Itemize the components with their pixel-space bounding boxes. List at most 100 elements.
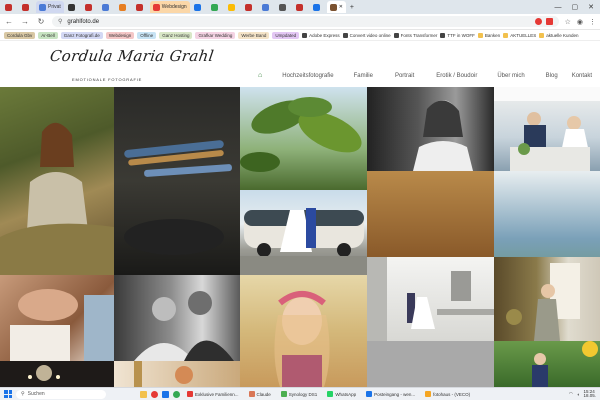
taskbar-app-icon[interactable] xyxy=(151,390,158,398)
close-icon[interactable]: ✕ xyxy=(588,3,594,11)
bookmark-item[interactable]: Ar-Bell xyxy=(38,31,58,39)
bookmark-item[interactable]: Adobe Express xyxy=(302,32,340,38)
bookmark-item[interactable]: Cordula Gbv xyxy=(4,31,36,39)
taskbar-window[interactable]: Exklusive Familienn... xyxy=(184,389,242,399)
nav-item-blog[interactable]: Blog xyxy=(546,73,558,79)
nav-item-ueber-mich[interactable]: Über mich xyxy=(497,73,524,79)
tab-favicon-icon xyxy=(244,3,252,11)
clock[interactable]: 15:24 18.05. xyxy=(583,389,596,399)
gallery-photo-couple-bw[interactable] xyxy=(114,275,240,361)
browser-tab[interactable] xyxy=(19,1,35,13)
bookmark-folder[interactable]: Banken xyxy=(477,32,500,38)
tab-favicon-icon xyxy=(152,3,160,11)
browser-tab[interactable] xyxy=(82,1,98,13)
browser-tab[interactable] xyxy=(208,1,224,13)
browser-tab[interactable]: Webdesign xyxy=(149,1,190,13)
gallery-photo-grey[interactable] xyxy=(367,341,494,387)
site-logo[interactable]: Cordula Maria Grahl EMOTIONALE FOTOGRAFI… xyxy=(49,45,215,85)
extensions-area xyxy=(534,18,553,25)
browser-tab-active[interactable]: ✕ xyxy=(326,1,346,13)
bookmark-label: Adobe Express xyxy=(309,32,340,38)
gallery-photo-wedding-table[interactable] xyxy=(494,87,600,171)
home-icon[interactable]: ⌂ xyxy=(258,72,262,79)
bookmark-item[interactable]: Offline xyxy=(137,31,157,39)
photo-illustration xyxy=(367,257,494,341)
taskbar-window[interactable]: WhatsApp xyxy=(324,389,359,399)
browser-tab[interactable] xyxy=(65,1,81,13)
browser-tab[interactable] xyxy=(2,1,18,13)
bookmark-item[interactable]: Grafkar Wedding xyxy=(195,31,236,39)
gallery-photo-leaves[interactable] xyxy=(240,87,367,190)
profile-icon[interactable]: ◉ xyxy=(577,18,583,26)
taskbar-window[interactable]: Claude xyxy=(246,389,274,399)
app-icon xyxy=(327,391,334,397)
extension-icon[interactable] xyxy=(534,18,542,25)
gallery-photo-wedding-rings[interactable] xyxy=(114,87,240,275)
gallery-photo-bouquet[interactable] xyxy=(114,361,240,387)
minimize-icon[interactable]: — xyxy=(555,4,562,11)
bookmark-item[interactable]: Ganz Hosting xyxy=(159,31,193,39)
taskbar-window[interactable]: Posteingang - wen... xyxy=(363,389,418,399)
taskbar-app-icon[interactable] xyxy=(173,390,180,398)
gallery-photo-couple-trees[interactable] xyxy=(494,341,600,387)
browser-tab[interactable] xyxy=(116,1,132,13)
site-info-icon[interactable]: ⚲ xyxy=(58,18,62,25)
bookmark-item[interactable]: Werbe Band xyxy=(238,31,270,39)
window-label: WhatsApp xyxy=(335,391,357,397)
nav-item-portrait[interactable]: Portrait xyxy=(395,73,414,79)
gallery-photo-girl-flower-crown[interactable] xyxy=(240,275,367,387)
browser-tab[interactable] xyxy=(259,1,275,13)
gallery-photo-hands[interactable] xyxy=(0,275,114,361)
volume-icon[interactable]: ◖ xyxy=(577,392,580,397)
taskbar-app-icon[interactable] xyxy=(162,390,169,398)
browser-tab[interactable] xyxy=(276,1,292,13)
photo-illustration xyxy=(240,208,367,275)
tab-favicon-icon xyxy=(278,3,286,11)
nav-item-erotik-boudoir[interactable]: Erotik / Boudoir xyxy=(436,73,477,79)
browser-tab[interactable] xyxy=(310,1,326,13)
nav-item-familie[interactable]: Familie xyxy=(354,73,373,79)
browser-tab[interactable] xyxy=(99,1,115,13)
window-controls: — ▢ ✕ xyxy=(555,0,600,14)
bookmark-item[interactable]: Fonts Transformer xyxy=(393,32,437,38)
bookmark-item[interactable]: Ganz Fotografi.de xyxy=(60,31,103,39)
wifi-icon[interactable]: ◠ xyxy=(569,391,573,397)
browser-tab[interactable] xyxy=(133,1,149,13)
bookmark-folder[interactable]: AKTUELLES xyxy=(503,32,536,38)
taskbar-window[interactable]: fotohaus - (VECO) xyxy=(422,389,473,399)
bookmark-item[interactable]: Webdesign xyxy=(105,31,135,39)
gallery-photo-wedding-bus[interactable] xyxy=(240,190,367,275)
browser-tab[interactable] xyxy=(293,1,309,13)
app-icon xyxy=(187,391,193,397)
taskbar-window[interactable]: Synology DS1 xyxy=(278,389,321,399)
gallery-photo-chandelier[interactable] xyxy=(0,361,114,387)
browser-tab[interactable] xyxy=(242,1,258,13)
bookmark-item[interactable]: Umpdated xyxy=(272,31,300,39)
browser-tab[interactable] xyxy=(225,1,241,13)
bookmark-star-icon[interactable]: ☆ xyxy=(565,18,571,26)
main-navigation: ⌂ Hochzeitsfotografie Familie Portrait E… xyxy=(258,72,592,79)
nav-item-kontakt[interactable]: Kontakt xyxy=(572,73,592,79)
taskbar-search[interactable]: ⚲ Suchen xyxy=(16,389,106,399)
extension-icon[interactable] xyxy=(545,18,553,25)
bookmark-folder[interactable]: aktuelle Kunden xyxy=(539,32,578,38)
reload-icon[interactable]: ↻ xyxy=(36,17,46,26)
forward-icon[interactable]: → xyxy=(20,17,30,26)
bookmark-item[interactable]: TTF in WOFF xyxy=(440,32,475,38)
maximize-icon[interactable]: ▢ xyxy=(572,3,579,11)
gallery-photo-woman-in-grass[interactable] xyxy=(0,87,114,275)
back-icon[interactable]: ← xyxy=(4,17,14,26)
gallery-photo-bride-window[interactable] xyxy=(494,257,600,341)
address-bar[interactable]: ⚲ grahlfoto.de xyxy=(52,16,559,27)
menu-icon[interactable]: ⋮ xyxy=(589,18,596,26)
gallery-photo-bride-bw[interactable] xyxy=(367,87,494,171)
browser-tab[interactable]: Privat xyxy=(36,1,64,13)
browser-tab[interactable] xyxy=(191,1,207,13)
tab-close-icon[interactable]: ✕ xyxy=(339,4,343,10)
new-tab-button[interactable]: + xyxy=(347,1,363,13)
start-menu-icon[interactable] xyxy=(4,390,12,398)
bookmark-item[interactable]: Convert video online xyxy=(342,32,391,38)
taskbar-app-icon[interactable] xyxy=(140,390,147,398)
nav-item-hochzeitsfotografie[interactable]: Hochzeitsfotografie xyxy=(282,73,333,79)
gallery-photo-hall-bw[interactable] xyxy=(367,257,494,341)
